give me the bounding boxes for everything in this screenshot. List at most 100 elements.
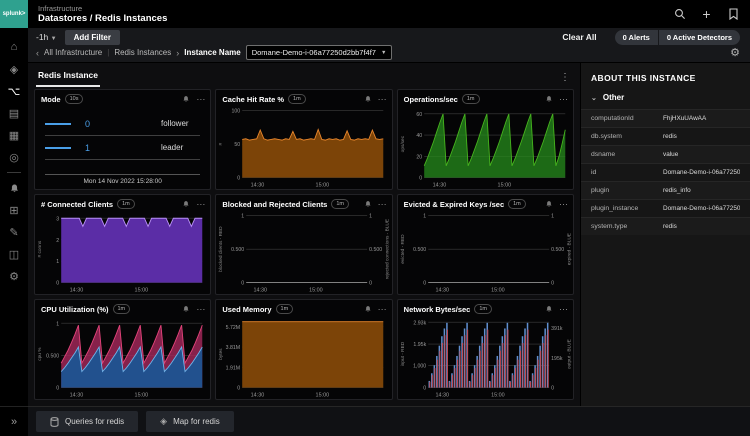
chart-header: Used Memory1m⋯: [216, 300, 391, 316]
about-row-key: dsname: [591, 151, 663, 158]
svg-text:0: 0: [56, 281, 59, 287]
chart-more-menu-icon[interactable]: ⋯: [559, 200, 568, 208]
active-detectors-badge[interactable]: 0 Active Detectors: [658, 30, 740, 45]
filter-toolbar: -1h ▼ Add Filter Clear All 0 Alerts 0 Ac…: [28, 28, 750, 63]
svg-text:ops/sec: ops/sec: [400, 135, 405, 152]
alerts-badge[interactable]: 0 Alerts: [615, 30, 658, 45]
chart-header: Evicted & Expired Keys /sec1m⋯: [398, 195, 573, 211]
svg-text:5.72M: 5.72M: [226, 325, 241, 331]
svg-text:1: 1: [551, 214, 554, 220]
mode-value: 1: [85, 143, 125, 153]
sidebar-item-metrics[interactable]: ✎: [0, 221, 28, 243]
create-icon[interactable]: +: [700, 8, 713, 21]
about-section-other[interactable]: ⌄ Other: [581, 91, 750, 109]
splunk-logo[interactable]: splunk>: [0, 0, 28, 28]
header-actions: +: [673, 8, 740, 21]
svg-text:blocked clients - RED: blocked clients - RED: [218, 226, 223, 272]
bottom-bar: Queries for redis ◈ Map for redis: [28, 406, 750, 436]
mode-row: 0follower: [45, 112, 200, 136]
about-row-value: Domane-Demo-i-06a77250d2bb7f4f7: [663, 205, 740, 212]
chart-card-cache-hit-rate: Cache Hit Rate %1m⋯100500#14:3015:00: [215, 89, 392, 190]
svg-text:# conns: # conns: [37, 240, 42, 257]
sidebar-item-settings[interactable]: ⚙: [0, 265, 28, 287]
chart-header: Network Bytes/sec1m⋯: [398, 300, 573, 316]
add-filter-button[interactable]: Add Filter: [65, 30, 120, 45]
breadcrumb-redis-instances[interactable]: Redis Instances: [114, 48, 171, 57]
svg-text:15:00: 15:00: [316, 392, 330, 398]
chart-more-menu-icon[interactable]: ⋯: [559, 305, 568, 313]
instance-name-label: Instance Name: [184, 48, 240, 57]
chart-header: Cache Hit Rate %1m⋯: [216, 90, 391, 106]
chart-plot: 10.500010.5000evicted - REDexpired - BLU…: [398, 211, 573, 294]
left-sidebar: splunk> ⌂◈⌥▤▦◎ ⊞✎◫⚙ »: [0, 0, 28, 436]
content-area: Redis Instance ⋮ Mode10s⋯ 0follower 1 leade…: [28, 63, 750, 406]
sidebar-icon-list: ⌂◈⌥▤▦◎ ⊞✎◫⚙: [0, 28, 28, 287]
chart-plot: 3210# conns14:3015:00: [35, 211, 210, 294]
svg-text:evicted - RED: evicted - RED: [400, 234, 405, 264]
breadcrumb-divider: |: [107, 48, 109, 57]
top-header: Infrastructure Datastores / Redis Instan…: [28, 0, 750, 28]
chart-plot: 10.500010.5000blocked clients - REDrejec…: [216, 211, 391, 294]
queries-for-redis-button[interactable]: Queries for redis: [36, 411, 138, 432]
sidebar-item-home[interactable]: ⌂: [0, 36, 28, 58]
chart-card-network-bytes-sec: Network Bytes/sec1m⋯2.93k1.95k1,0000391k…: [397, 299, 574, 400]
chart-header: # Connected Clients1m⋯: [35, 195, 210, 211]
about-row-db.system: db.systemredis: [581, 127, 750, 145]
sidebar-item-apm[interactable]: ◎: [0, 146, 28, 168]
chart-title: Operations/sec: [404, 95, 458, 104]
chart-more-menu-icon[interactable]: ⋯: [196, 95, 205, 103]
clear-all-button[interactable]: Clear All: [562, 32, 596, 42]
mode-list-body: 0follower 1 leader Mon 14 Nov 2022 15:28:00: [35, 106, 210, 189]
back-chevron-icon[interactable]: ‹: [36, 48, 39, 58]
about-row-key: id: [591, 169, 663, 176]
search-icon[interactable]: [673, 8, 686, 21]
svg-text:3.81M: 3.81M: [226, 345, 241, 351]
sidebar-item-infrastructure[interactable]: ⌥: [0, 80, 28, 102]
svg-text:0: 0: [369, 281, 372, 287]
svg-text:expired - BLUE: expired - BLUE: [566, 233, 571, 265]
bookmark-icon[interactable]: [727, 8, 740, 21]
chart-plot: 6040200ops/sec14:3015:00: [398, 106, 573, 189]
about-row-value: value: [663, 151, 740, 158]
svg-text:50: 50: [235, 142, 241, 148]
instance-select-dropdown[interactable]: Domane-Demo-i-06a77250d2bb7f4f7 ▼: [246, 45, 393, 60]
sidebar-item-alerts[interactable]: [0, 177, 28, 199]
svg-text:391k: 391k: [551, 326, 563, 332]
chart-more-menu-icon[interactable]: ⋯: [378, 95, 387, 103]
chart-more-menu-icon[interactable]: ⋯: [559, 95, 568, 103]
mode-label: leader: [161, 143, 183, 152]
chart-resolution-badge: 1m: [113, 304, 131, 314]
svg-text:0: 0: [423, 386, 426, 392]
sidebar-item-dashboards[interactable]: ▤: [0, 102, 28, 124]
kebab-menu-icon[interactable]: ⋮: [560, 72, 570, 87]
svg-text:0.500: 0.500: [231, 247, 244, 253]
chart-timestamp: Mon 14 Nov 2022 15:28:00: [45, 174, 200, 186]
svg-text:#: #: [218, 142, 223, 145]
chart-header: Mode10s⋯: [35, 90, 210, 106]
breadcrumb-chevron-icon: ›: [176, 48, 179, 58]
chart-more-menu-icon[interactable]: ⋯: [196, 200, 205, 208]
breadcrumb-all-infrastructure[interactable]: All Infrastructure: [44, 48, 102, 57]
chart-more-menu-icon[interactable]: ⋯: [196, 305, 205, 313]
svg-text:0: 0: [423, 281, 426, 287]
series-swatch: [45, 147, 71, 149]
about-row-value: Domane-Demo-i-06a77250d2bb7f4f7: [663, 169, 740, 176]
sidebar-divider: [7, 172, 21, 173]
sidebar-expand-button[interactable]: »: [0, 406, 28, 436]
chart-more-menu-icon[interactable]: ⋯: [378, 305, 387, 313]
chart-plot: 2.93k1.95k1,0000391k195k0input - REDoutp…: [398, 316, 573, 399]
map-for-redis-button[interactable]: ◈ Map for redis: [146, 411, 234, 432]
svg-text:14:30: 14:30: [432, 182, 446, 188]
svg-text:0: 0: [238, 176, 241, 182]
sidebar-item-integrations[interactable]: ◫: [0, 243, 28, 265]
sidebar-item-charts[interactable]: ▦: [0, 124, 28, 146]
sidebar-item-navigator[interactable]: ◈: [0, 58, 28, 80]
about-row-system.type: system.typeredis: [581, 217, 750, 235]
time-range-picker[interactable]: -1h ▼: [36, 32, 57, 42]
chart-more-menu-icon[interactable]: ⋯: [378, 200, 387, 208]
tab-redis-instance[interactable]: Redis Instance: [36, 66, 100, 87]
sidebar-item-detectors[interactable]: ⊞: [0, 199, 28, 221]
about-row-key: plugin: [591, 187, 663, 194]
svg-text:15:00: 15:00: [316, 182, 330, 188]
gear-icon[interactable]: ⚙: [730, 46, 740, 59]
